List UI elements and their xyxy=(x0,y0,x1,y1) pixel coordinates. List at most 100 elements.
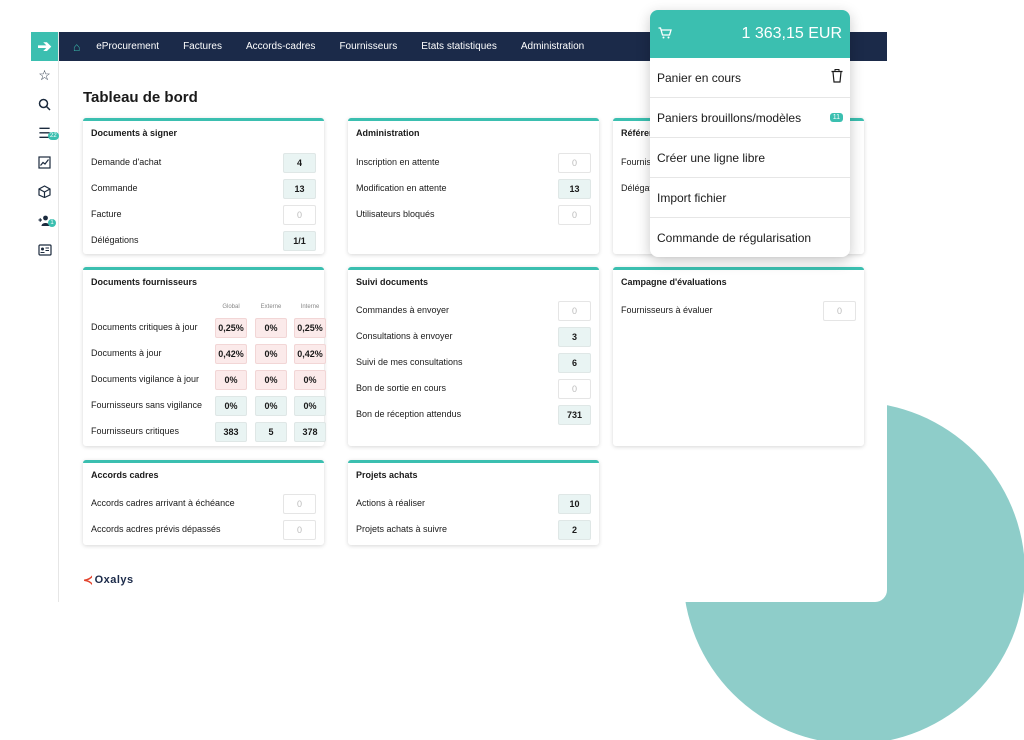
row-label: Fournisseurs à évaluer xyxy=(621,305,713,315)
table-row[interactable]: Documents critiques à jour 0,25% 0% 0,25… xyxy=(91,318,326,338)
card-title: Administration xyxy=(356,128,420,138)
count-value[interactable]: 2 xyxy=(558,520,591,540)
list-item[interactable]: Accords acdres prévis dépassés 0 xyxy=(91,520,316,540)
menu-item-paniers-brouillons[interactable]: Paniers brouillons/modèles 11 xyxy=(650,98,850,138)
list-icon[interactable]: ☰ 22 xyxy=(31,119,59,148)
star-icon[interactable]: ☆ xyxy=(31,61,58,90)
list-item[interactable]: Inscription en attente 0 xyxy=(356,153,591,173)
card-projets-achats: Projets achats Actions à réaliser 10 Pro… xyxy=(348,460,599,545)
chart-icon[interactable] xyxy=(31,148,58,177)
global-value[interactable]: 383 xyxy=(215,422,247,442)
nav-etats-statistiques[interactable]: Etats statistiques xyxy=(421,41,497,52)
card-administration: Administration Inscription en attente 0 … xyxy=(348,118,599,254)
externe-value[interactable]: 5 xyxy=(255,422,287,442)
externe-value[interactable]: 0% xyxy=(255,344,287,364)
arrow-right-icon[interactable]: ➔ xyxy=(31,32,58,61)
oxalys-logo: ≺ Oxalys xyxy=(83,573,134,587)
count-value[interactable]: 0 xyxy=(823,301,856,321)
count-value[interactable]: 0 xyxy=(283,520,316,540)
table-row[interactable]: Documents à jour 0,42% 0% 0,42% xyxy=(91,344,326,364)
row-label: Suivi de mes consultations xyxy=(356,357,463,367)
row-label: Actions à réaliser xyxy=(356,498,426,508)
user-add-icon[interactable]: 1 xyxy=(31,206,58,235)
count-value[interactable]: 1/1 xyxy=(283,231,316,251)
menu-item-creer-ligne-libre[interactable]: Créer une ligne libre xyxy=(650,138,850,178)
list-item[interactable]: Accords cadres arrivant à échéance 0 xyxy=(91,494,316,514)
interne-value[interactable]: 0,25% xyxy=(294,318,326,338)
list-item[interactable]: Facture 0 xyxy=(91,205,316,225)
externe-value[interactable]: 0% xyxy=(255,318,287,338)
list-item[interactable]: Commande 13 xyxy=(91,179,316,199)
count-value[interactable]: 0 xyxy=(283,205,316,225)
count-value[interactable]: 13 xyxy=(558,179,591,199)
row-label: Projets achats à suivre xyxy=(356,524,448,534)
list-item[interactable]: Modification en attente 13 xyxy=(356,179,591,199)
count-value[interactable]: 0 xyxy=(558,301,591,321)
nav-administration[interactable]: Administration xyxy=(521,41,584,52)
menu-item-label: Paniers brouillons/modèles xyxy=(657,110,802,125)
menu-item-import-fichier[interactable]: Import fichier xyxy=(650,178,850,218)
table-row[interactable]: Documents vigilance à jour 0% 0% 0% xyxy=(91,370,326,390)
list-item[interactable]: Suivi de mes consultations 6 xyxy=(356,353,591,373)
list-item[interactable]: Demande d'achat 4 xyxy=(91,153,316,173)
count-value[interactable]: 0 xyxy=(558,205,591,225)
global-value[interactable]: 0,42% xyxy=(215,344,247,364)
list-item[interactable]: Actions à réaliser 10 xyxy=(356,494,591,514)
nav-accords-cadres[interactable]: Accords-cadres xyxy=(246,41,315,52)
list-item[interactable]: Utilisateurs bloqués 0 xyxy=(356,205,591,225)
menu-item-commande-regularisation[interactable]: Commande de régularisation xyxy=(650,218,850,257)
list-item[interactable]: Consultations à envoyer 3 xyxy=(356,327,591,347)
list-item[interactable]: Bon de réception attendus 731 xyxy=(356,405,591,425)
global-value[interactable]: 0% xyxy=(215,396,247,416)
list-item[interactable]: Fournisseurs à évaluer 0 xyxy=(621,301,856,321)
row-label: Documents critiques à jour xyxy=(91,322,198,332)
card-documents-a-signer: Documents à signer Demande d'achat 4 Com… xyxy=(83,118,324,254)
column-header-externe: Externe xyxy=(260,304,282,310)
trash-icon[interactable] xyxy=(831,69,843,86)
search-icon[interactable] xyxy=(31,90,58,119)
menu-item-label: Panier en cours xyxy=(657,70,742,85)
menu-item-label: Créer une ligne libre xyxy=(657,150,766,165)
interne-value[interactable]: 0% xyxy=(294,370,326,390)
global-value[interactable]: 0% xyxy=(215,370,247,390)
count-value[interactable]: 0 xyxy=(558,153,591,173)
card-suivi-documents: Suivi documents Commandes à envoyer 0 Co… xyxy=(348,267,599,446)
menu-item-panier-en-cours[interactable]: Panier en cours xyxy=(650,58,850,98)
card-title: Suivi documents xyxy=(356,277,429,287)
interne-value[interactable]: 0,42% xyxy=(294,344,326,364)
cart-header[interactable]: 1 363,15 EUR xyxy=(650,10,850,58)
interne-value[interactable]: 378 xyxy=(294,422,326,442)
row-label: Délégat xyxy=(621,183,653,193)
card-documents-fournisseurs: Documents fournisseurs Global Externe In… xyxy=(83,267,326,446)
table-row[interactable]: Fournisseurs sans vigilance 0% 0% 0% xyxy=(91,396,326,416)
home-icon[interactable]: ⌂ xyxy=(73,41,80,53)
nav-eprocurement[interactable]: eProcurement xyxy=(96,41,159,52)
count-value[interactable]: 3 xyxy=(558,327,591,347)
list-item[interactable]: Bon de sortie en cours 0 xyxy=(356,379,591,399)
nav-factures[interactable]: Factures xyxy=(183,41,222,52)
list-item[interactable]: Commandes à envoyer 0 xyxy=(356,301,591,321)
list-item[interactable]: Projets achats à suivre 2 xyxy=(356,520,591,540)
count-value[interactable]: 0 xyxy=(283,494,316,514)
list-item[interactable]: Délégations 1/1 xyxy=(91,231,316,251)
externe-value[interactable]: 0% xyxy=(255,370,287,390)
row-label: Facture xyxy=(91,209,122,219)
row-label: Accords acdres prévis dépassés xyxy=(91,524,221,534)
table-row[interactable]: Fournisseurs critiques 383 5 378 xyxy=(91,422,326,442)
count-value[interactable]: 4 xyxy=(283,153,316,173)
count-value[interactable]: 731 xyxy=(558,405,591,425)
box-icon[interactable] xyxy=(31,177,58,206)
card-title: Documents à signer xyxy=(91,128,178,138)
externe-value[interactable]: 0% xyxy=(255,396,287,416)
count-value[interactable]: 10 xyxy=(558,494,591,514)
interne-value[interactable]: 0% xyxy=(294,396,326,416)
sidebar: ➔ ☆ ☰ 22 1 xyxy=(31,32,59,602)
row-label: Délégations xyxy=(91,235,139,245)
global-value[interactable]: 0,25% xyxy=(215,318,247,338)
count-value[interactable]: 13 xyxy=(283,179,316,199)
count-value[interactable]: 6 xyxy=(558,353,591,373)
nav-fournisseurs[interactable]: Fournisseurs xyxy=(339,41,397,52)
id-card-icon[interactable] xyxy=(31,235,58,264)
row-label: Accords cadres arrivant à échéance xyxy=(91,498,235,508)
count-value[interactable]: 0 xyxy=(558,379,591,399)
